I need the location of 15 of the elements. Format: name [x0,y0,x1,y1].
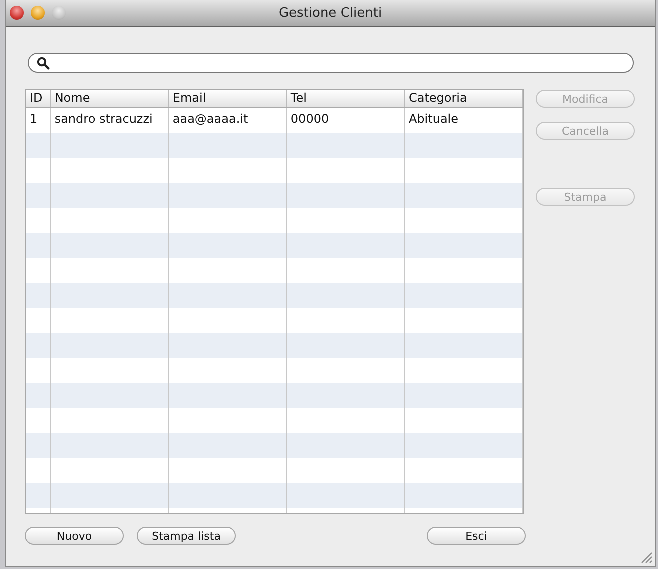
close-button[interactable] [10,6,24,20]
column-header[interactable]: ID [26,90,51,107]
resize-grip-icon[interactable] [641,552,653,564]
search-field[interactable] [28,53,634,73]
search-icon [37,56,50,70]
action-button[interactable]: Stampa lista [137,527,236,545]
column-header[interactable]: Nome [50,90,169,107]
action-button[interactable]: Nuovo [25,527,124,545]
minimize-button[interactable] [31,6,45,20]
zoom-button[interactable] [52,6,66,20]
column-header[interactable]: Email [168,90,287,107]
column-header[interactable]: Tel [286,90,405,107]
window-title: Gestione Clienti [278,6,382,20]
action-button[interactable]: Esci [427,527,526,545]
column-header[interactable]: Categoria [404,90,523,107]
